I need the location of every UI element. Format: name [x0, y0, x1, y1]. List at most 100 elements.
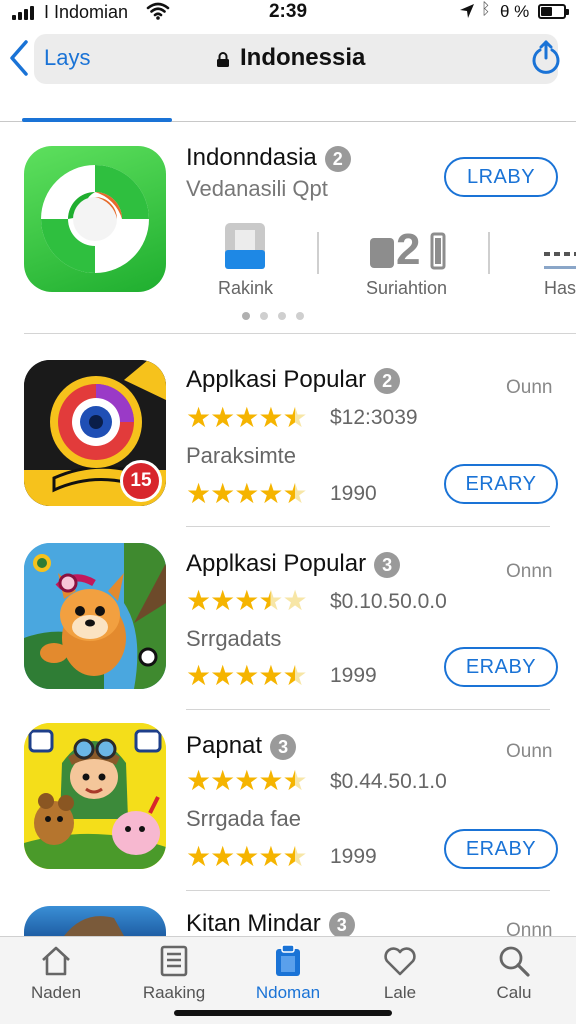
featured-get-button[interactable]: LRABY	[444, 157, 558, 197]
app-icon-papnat[interactable]	[24, 723, 166, 869]
app-title-row-4[interactable]: Kitan Mindar 3	[186, 910, 355, 938]
icon-badge: 15	[120, 460, 162, 502]
star-rating: ★★★★★	[186, 660, 308, 691]
tab-label: Raaking	[142, 983, 206, 1002]
app-icon-kitan-mindar[interactable]	[24, 906, 166, 936]
age-badge: 3	[270, 733, 297, 760]
age-badge: 3	[374, 551, 401, 578]
star-icon: ★	[258, 478, 284, 509]
star-icon: ★	[234, 660, 260, 691]
battery-percentage: θ %	[500, 2, 530, 21]
app-name: Kitan Mindar	[186, 910, 321, 937]
featured-app-name: Indonndasia	[186, 144, 317, 171]
star-icon: ★	[282, 585, 308, 616]
star-icon: ★	[210, 660, 236, 691]
star-icon: ★	[234, 402, 260, 433]
star-icon: ★	[210, 478, 236, 509]
info-divider	[317, 232, 319, 274]
get-button[interactable]: ERABY	[444, 829, 558, 869]
app-subtitle: Srrgadats	[186, 626, 282, 651]
age-badge: 2	[374, 367, 401, 394]
featured-app-icon[interactable]	[24, 146, 166, 292]
star-icon: ★	[258, 402, 284, 433]
tab-raaking[interactable]: Raaking	[124, 943, 224, 1003]
page-dot	[242, 312, 250, 320]
status-bar: I Indomian 2:39 ᛒ θ %	[0, 0, 576, 26]
app-side-label: Onnn	[506, 561, 553, 582]
tab-lale[interactable]: Lale	[350, 943, 450, 1003]
star-icon: ★	[186, 660, 212, 691]
star-rating: ★★★★★	[186, 478, 308, 509]
heart-icon	[384, 947, 416, 976]
address-bar[interactable]: Lays Indonessia	[34, 34, 560, 84]
page-title: Indonessia	[240, 44, 366, 71]
section-divider	[24, 333, 576, 334]
app-name: Applkasi Popular	[186, 550, 367, 577]
back-button[interactable]: Lays	[44, 45, 90, 71]
info-label-more: Has	[544, 278, 576, 298]
tab-label: Lale	[383, 983, 417, 1002]
star-icon: ★	[210, 841, 236, 872]
row-divider	[186, 890, 550, 891]
back-chevron-icon[interactable]	[6, 38, 32, 78]
row-divider	[186, 709, 550, 710]
star-icon: ★	[234, 478, 260, 509]
get-button[interactable]: ERARY	[444, 464, 558, 504]
info-divider	[488, 232, 490, 274]
star-icon: ★	[210, 585, 236, 616]
star-icon: ★	[258, 660, 284, 691]
star-icon: ★	[282, 765, 308, 796]
star-icon: ★	[234, 841, 260, 872]
search-icon	[499, 946, 530, 977]
star-icon: ★	[234, 765, 260, 796]
app-price: $12:3039	[330, 406, 418, 429]
star-icon: ★	[186, 478, 212, 509]
star-icon: ★	[186, 841, 212, 872]
app-side-label: Ounn	[506, 741, 553, 762]
star-icon: ★	[234, 585, 260, 616]
selected-segment-indicator	[22, 118, 172, 122]
star-icon: ★	[282, 402, 308, 433]
app-name: Papnat	[186, 732, 263, 759]
location-arrow-icon	[460, 4, 474, 18]
star-icon: ★	[282, 841, 308, 872]
star-icon: ★	[282, 660, 308, 691]
star-icon: ★	[186, 585, 212, 616]
star-icon: ★	[186, 765, 212, 796]
app-icon-popular-2[interactable]	[24, 543, 166, 689]
chart-bar-icon	[222, 220, 268, 277]
review-count: 1999	[330, 845, 377, 868]
featured-app-title[interactable]: Indonndasia 2	[186, 144, 351, 172]
star-rating: ★★★★★	[186, 765, 308, 796]
info-label-ranking: Rakink	[218, 278, 274, 298]
review-count: 1990	[330, 482, 377, 505]
app-name: Applkasi Popular	[186, 366, 367, 393]
tab-label: Naden	[30, 983, 82, 1002]
info-label-age: Suriahtion	[366, 278, 448, 298]
app-title-row-2[interactable]: Applkasi Popular 3	[186, 550, 401, 578]
tab-naden[interactable]: Naden	[6, 943, 106, 1003]
clipboard-icon	[276, 944, 300, 976]
refresh-icon[interactable]	[528, 40, 564, 78]
star-icon: ★	[282, 478, 308, 509]
age-badge: 2	[324, 145, 351, 172]
star-icon: ★	[186, 402, 212, 433]
tab-label: Calu	[496, 983, 532, 1002]
tab-calu[interactable]: Calu	[464, 943, 564, 1003]
star-rating: ★★★★★	[186, 402, 308, 433]
battery-icon	[538, 4, 569, 19]
home-icon	[42, 946, 70, 976]
lock-icon	[217, 52, 229, 67]
get-button[interactable]: ERABY	[444, 647, 558, 687]
age-rating-icon: 2	[370, 220, 450, 277]
tab-label: Ndoman	[255, 983, 321, 1002]
age-badge: 3	[328, 911, 355, 938]
tab-ndoman[interactable]: Ndoman	[238, 943, 338, 1003]
review-count: 1999	[330, 664, 377, 687]
app-title-row-1[interactable]: Applkasi Popular 2	[186, 366, 401, 394]
star-icon: ★	[210, 765, 236, 796]
app-title-row-3[interactable]: Papnat 3	[186, 732, 297, 760]
page-dot	[278, 312, 286, 320]
app-icon-popular-1[interactable]: 15	[24, 360, 166, 506]
page-indicator	[242, 307, 314, 320]
